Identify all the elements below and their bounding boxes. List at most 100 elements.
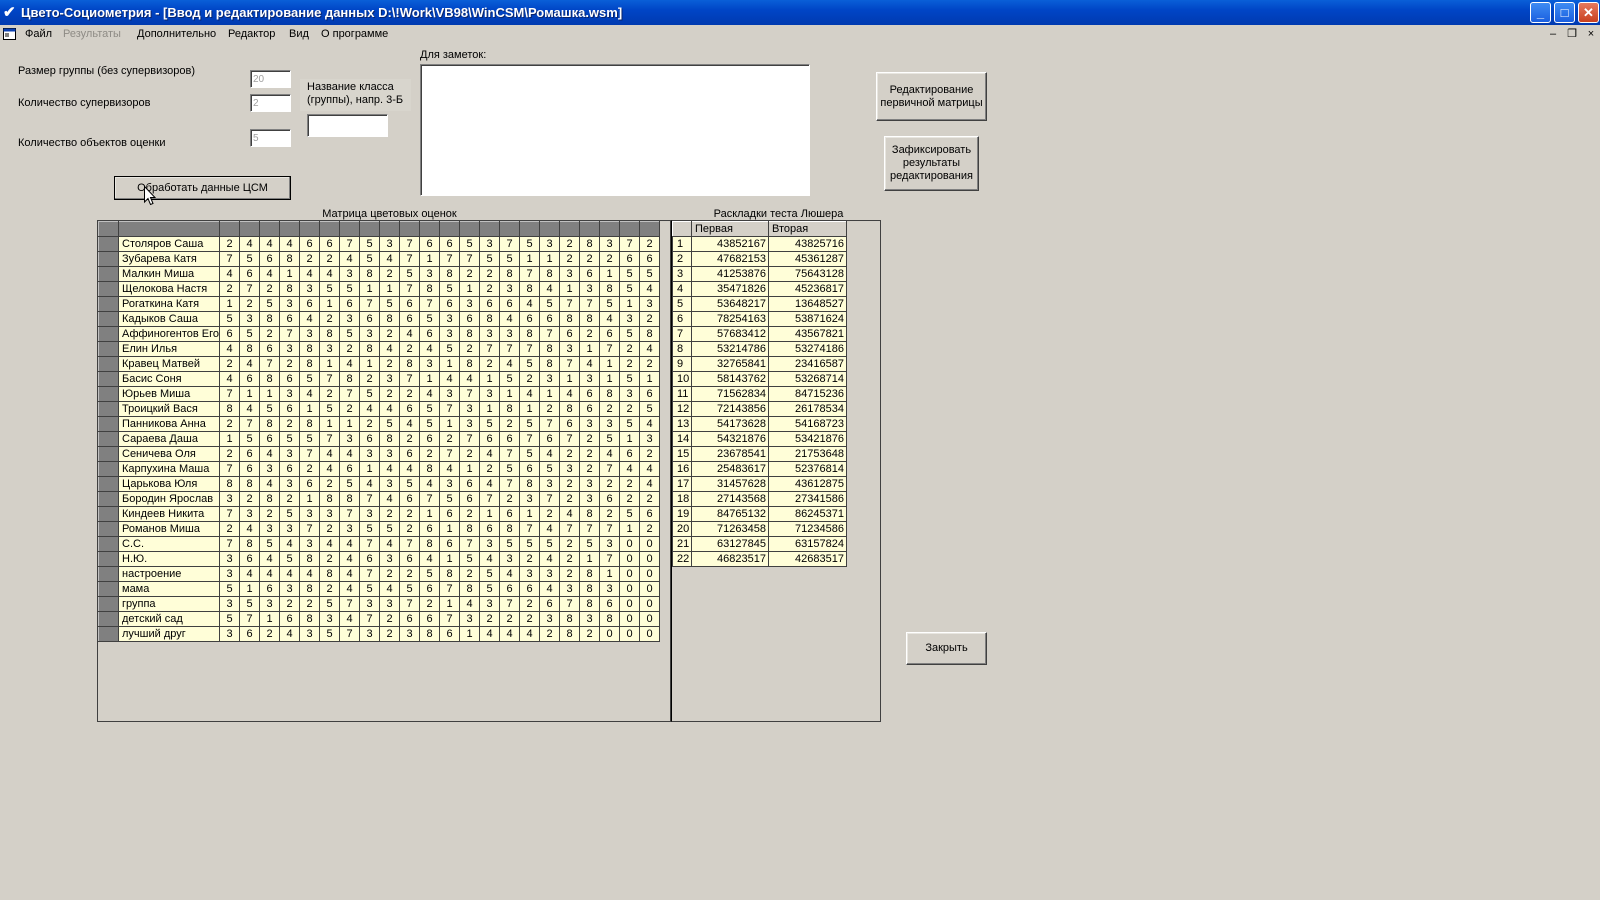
matrix-value-cell[interactable]: 3 (559, 460, 581, 477)
matrix-value-cell[interactable]: 4 (459, 370, 481, 387)
matrix-row-header-cell[interactable] (98, 340, 119, 357)
matrix-value-cell[interactable]: 4 (419, 385, 441, 402)
luscher-row-number[interactable]: 3 (672, 266, 692, 282)
matrix-value-cell[interactable]: 2 (399, 340, 421, 357)
matrix-value-cell[interactable]: 2 (579, 250, 601, 267)
matrix-value-cell[interactable]: 5 (299, 370, 321, 387)
matrix-value-cell[interactable]: 3 (379, 370, 401, 387)
matrix-value-cell[interactable]: 6 (279, 460, 301, 477)
matrix-value-cell[interactable]: 6 (339, 460, 361, 477)
table-row[interactable]: Троицкий Вася 8 4 5 6 1 5 2 4 4 6 5 7 3 1 8 1 2 8 6 2 2 5 (98, 400, 661, 417)
matrix-value-cell[interactable]: 8 (259, 370, 281, 387)
matrix-value-cell[interactable]: 2 (619, 475, 641, 492)
matrix-value-cell[interactable]: 7 (279, 325, 301, 342)
matrix-value-cell[interactable]: 6 (439, 625, 461, 642)
matrix-value-cell[interactable]: 8 (379, 310, 401, 327)
matrix-value-cell[interactable]: 5 (239, 430, 261, 447)
matrix-value-cell[interactable]: 2 (359, 370, 381, 387)
table-row[interactable]: Сеничева Оля 2 6 4 3 7 4 4 3 3 6 2 7 2 4 7 5 4 2 2 4 6 2 (98, 445, 661, 462)
matrix-value-cell[interactable]: 8 (319, 325, 341, 342)
matrix-value-cell[interactable]: 8 (539, 340, 561, 357)
matrix-value-cell[interactable]: 8 (339, 370, 361, 387)
matrix-value-cell[interactable]: 6 (419, 325, 441, 342)
process-data-button[interactable]: Обработать данные ЦСМ (114, 176, 291, 200)
matrix-value-cell[interactable]: 3 (299, 280, 321, 297)
table-row[interactable]: 6 78254163 53871624 (672, 311, 847, 327)
matrix-name-cell[interactable]: С.С. (117, 535, 221, 552)
matrix-value-cell[interactable]: 4 (259, 565, 281, 582)
matrix-value-cell[interactable]: 4 (279, 535, 301, 552)
menu-editor[interactable]: Редактор (228, 28, 275, 40)
matrix-value-cell[interactable]: 2 (279, 490, 301, 507)
matrix-value-cell[interactable]: 4 (419, 550, 441, 567)
table-row[interactable]: 1 43852167 43825716 (672, 236, 847, 252)
matrix-value-cell[interactable]: 7 (219, 535, 241, 552)
luscher-row-number[interactable]: 9 (672, 356, 692, 372)
matrix-value-cell[interactable]: 3 (319, 505, 341, 522)
matrix-value-cell[interactable]: 4 (339, 610, 361, 627)
matrix-value-cell[interactable]: 3 (539, 235, 561, 252)
matrix-value-cell[interactable]: 6 (399, 445, 421, 462)
matrix-value-cell[interactable]: 5 (499, 460, 521, 477)
table-row[interactable]: Кадыков Саша 5 3 8 6 4 2 3 6 8 6 5 3 6 8 4 6 6 8 8 4 3 2 (98, 310, 661, 327)
matrix-value-cell[interactable]: 8 (439, 565, 461, 582)
table-row[interactable]: Малкин Миша 4 6 4 1 4 4 3 8 2 5 3 8 2 2 8 7 8 3 6 1 5 5 (98, 265, 661, 282)
luscher-row-number[interactable]: 14 (672, 431, 692, 447)
matrix-value-cell[interactable]: 4 (519, 295, 541, 312)
matrix-value-cell[interactable]: 2 (599, 400, 621, 417)
luscher-first-cell[interactable]: 32765841 (691, 356, 769, 372)
matrix-value-cell[interactable]: 0 (639, 580, 661, 597)
luscher-table[interactable]: Первая Вторая 1 43852167 43825716 2 47682153 45… (672, 221, 847, 567)
matrix-value-cell[interactable]: 7 (319, 370, 341, 387)
matrix-value-cell[interactable]: 6 (239, 370, 261, 387)
matrix-name-cell[interactable]: Рогаткина Катя (117, 295, 221, 312)
matrix-value-cell[interactable]: 6 (219, 325, 241, 342)
matrix-value-cell[interactable]: 2 (319, 475, 341, 492)
matrix-value-cell[interactable]: 5 (459, 235, 481, 252)
luscher-row-number[interactable]: 16 (672, 461, 692, 477)
matrix-value-cell[interactable]: 3 (279, 295, 301, 312)
matrix-value-cell[interactable]: 7 (339, 235, 361, 252)
matrix-value-cell[interactable]: 3 (359, 595, 381, 612)
matrix-value-cell[interactable]: 4 (479, 445, 501, 462)
luscher-second-cell[interactable]: 42683517 (768, 551, 847, 567)
matrix-value-cell[interactable]: 7 (219, 385, 241, 402)
matrix-value-cell[interactable]: 6 (399, 295, 421, 312)
table-row[interactable]: Аффиногентов Его 6 5 2 7 3 8 5 3 2 4 6 3 8 3 3 8 7 6 2 6 5 8 (98, 325, 661, 342)
minimize-button[interactable]: _ (1530, 2, 1551, 23)
matrix-value-cell[interactable]: 7 (499, 340, 521, 357)
matrix-value-cell[interactable]: 5 (239, 325, 261, 342)
matrix-value-cell[interactable]: 2 (579, 445, 601, 462)
matrix-value-cell[interactable]: 1 (539, 250, 561, 267)
matrix-value-cell[interactable]: 5 (499, 250, 521, 267)
matrix-value-cell[interactable]: 1 (379, 280, 401, 297)
matrix-value-cell[interactable]: 6 (499, 430, 521, 447)
luscher-first-cell[interactable]: 72143856 (691, 401, 769, 417)
matrix-value-cell[interactable]: 4 (379, 535, 401, 552)
matrix-value-cell[interactable]: 8 (599, 385, 621, 402)
luscher-first-cell[interactable]: 84765132 (691, 506, 769, 522)
table-row[interactable]: лучший друг 3 6 2 4 3 5 7 3 2 3 8 6 1 4 4 4 2 8 2 0 0 0 (98, 625, 661, 642)
luscher-second-cell[interactable]: 43825716 (768, 236, 847, 252)
matrix-value-cell[interactable]: 2 (559, 490, 581, 507)
table-row[interactable]: Бородин Ярослав 3 2 8 2 1 8 8 7 4 6 7 5 6 7 2 3 7 2 3 6 2 2 (98, 490, 661, 507)
luscher-row-number[interactable]: 13 (672, 416, 692, 432)
matrix-value-cell[interactable]: 7 (299, 520, 321, 537)
matrix-value-cell[interactable]: 4 (259, 235, 281, 252)
matrix-value-cell[interactable]: 6 (279, 610, 301, 627)
matrix-value-cell[interactable]: 2 (379, 385, 401, 402)
matrix-value-cell[interactable]: 7 (479, 340, 501, 357)
luscher-second-cell[interactable]: 23416587 (768, 356, 847, 372)
matrix-value-cell[interactable]: 8 (259, 415, 281, 432)
matrix-value-cell[interactable]: 3 (519, 490, 541, 507)
matrix-value-cell[interactable]: 3 (439, 475, 461, 492)
matrix-value-cell[interactable]: 0 (619, 625, 641, 642)
matrix-value-cell[interactable]: 7 (259, 355, 281, 372)
matrix-value-cell[interactable]: 7 (499, 445, 521, 462)
matrix-value-cell[interactable]: 3 (279, 445, 301, 462)
matrix-value-cell[interactable]: 5 (379, 415, 401, 432)
matrix-value-cell[interactable]: 6 (399, 610, 421, 627)
matrix-value-cell[interactable]: 7 (419, 295, 441, 312)
matrix-value-cell[interactable]: 5 (279, 505, 301, 522)
table-row[interactable]: мама 5 1 6 3 8 2 4 5 4 5 6 7 8 5 6 6 4 3 8 3 0 0 (98, 580, 661, 597)
